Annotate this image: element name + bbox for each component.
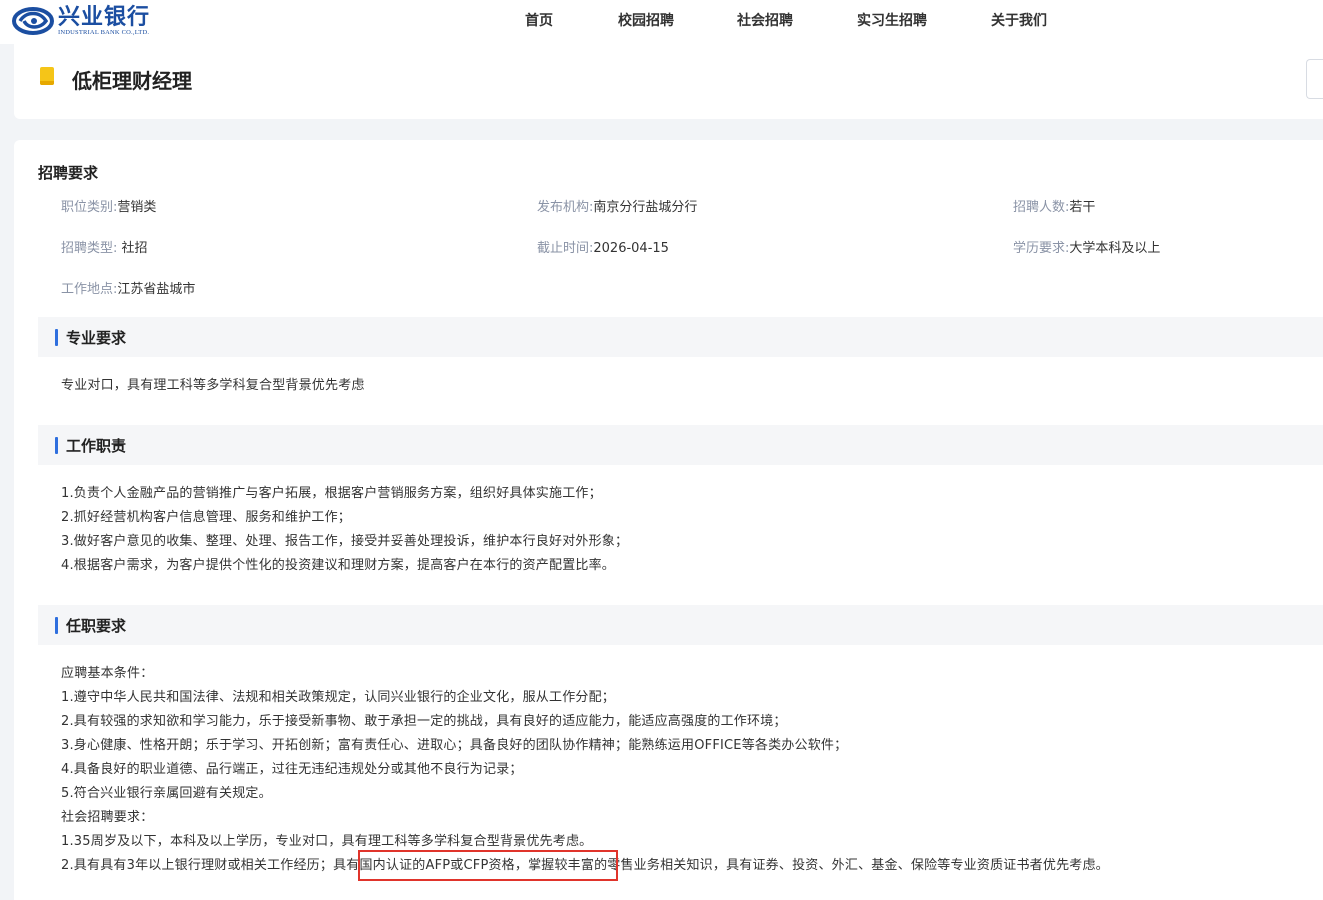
qualification-line: 5.符合兴业银行亲属回避有关规定。 bbox=[61, 786, 272, 801]
major-text: 专业对口，具有理工科等多学科复合型背景优先考虑 bbox=[61, 378, 365, 393]
info-education: 学历要求:大学本科及以上 bbox=[1013, 237, 1160, 256]
section-accent bbox=[55, 329, 58, 346]
section-title: 工作职责 bbox=[66, 437, 127, 455]
qualification-line: 应聘基本条件： bbox=[61, 666, 154, 681]
info-label: 截止时间: bbox=[537, 241, 594, 256]
info-value: 2026-04-15 bbox=[593, 241, 669, 256]
info-location: 工作地点:江苏省盐城市 bbox=[61, 278, 195, 297]
job-title-card: 低柜理财经理 bbox=[14, 44, 1323, 119]
duty-line: 2.抓好经营机构客户信息管理、服务和维护工作； bbox=[61, 510, 352, 525]
nav-social-recruitment[interactable]: 社会招聘 bbox=[737, 10, 793, 30]
qualification-line: 社会招聘要求： bbox=[61, 810, 154, 825]
info-value: 社招 bbox=[117, 241, 148, 256]
info-label: 学历要求: bbox=[1013, 241, 1070, 256]
requirements-heading: 招聘要求 bbox=[38, 164, 99, 182]
info-recruit-type: 招聘类型: 社招 bbox=[61, 237, 148, 256]
qualification-line: 2.具有具有3年以上银行理财或相关工作经历；具有国内认证的AFP或CFP资格，掌… bbox=[61, 858, 1109, 873]
nav-home[interactable]: 首页 bbox=[525, 10, 553, 30]
info-label: 发布机构: bbox=[537, 200, 594, 215]
section-accent bbox=[55, 617, 58, 634]
duty-line: 1.负责个人金融产品的营销推广与客户拓展，根据客户营销服务方案，组织好具体实施工… bbox=[61, 486, 602, 501]
duty-line: 3.做好客户意见的收集、整理、处理、报告工作，接受并妥善处理投诉，维护本行良好对… bbox=[61, 534, 629, 549]
bookmark-icon bbox=[40, 67, 54, 85]
section-major-header: 专业要求 bbox=[38, 317, 1323, 357]
qualification-line: 3.身心健康、性格开朗；乐于学习、开拓创新；富有责任心、进取心；具备良好的团队协… bbox=[61, 738, 848, 753]
qualification-line: 1.遵守中华人民共和国法律、法规和相关政策规定，认同兴业银行的企业文化，服从工作… bbox=[61, 690, 616, 705]
logo-english-name: INDUSTRIAL BANK CO.,LTD. bbox=[58, 28, 150, 36]
info-headcount: 招聘人数:若干 bbox=[1013, 196, 1095, 215]
info-value: 南京分行盐城分行 bbox=[593, 200, 698, 215]
info-value: 大学本科及以上 bbox=[1069, 241, 1161, 256]
job-detail-card: 招聘要求 职位类别:营销类 发布机构:南京分行盐城分行 招聘人数:若干 招聘类型… bbox=[14, 140, 1323, 900]
info-label: 招聘人数: bbox=[1013, 200, 1070, 215]
info-label: 工作地点: bbox=[61, 282, 118, 297]
bank-logo-icon bbox=[12, 7, 54, 35]
info-value: 江苏省盐城市 bbox=[117, 282, 196, 297]
info-publisher: 发布机构:南京分行盐城分行 bbox=[537, 196, 697, 215]
info-value: 若干 bbox=[1069, 200, 1096, 215]
top-navigation: 兴业银行 INDUSTRIAL BANK CO.,LTD. 首页 校园招聘 社会… bbox=[0, 0, 1323, 44]
section-title: 专业要求 bbox=[66, 329, 127, 347]
qualification-line: 1.35周岁及以下，本科及以上学历，专业对口，具有理工科等多学科复合型背景优先考… bbox=[61, 834, 593, 849]
section-accent bbox=[55, 437, 58, 454]
bank-logo[interactable]: 兴业银行 INDUSTRIAL BANK CO.,LTD. bbox=[12, 4, 150, 38]
section-qualifications-header: 任职要求 bbox=[38, 605, 1323, 645]
nav-intern-recruitment[interactable]: 实习生招聘 bbox=[857, 10, 927, 30]
info-value: 营销类 bbox=[117, 200, 157, 215]
nav-about-us[interactable]: 关于我们 bbox=[991, 10, 1047, 30]
nav-campus-recruitment[interactable]: 校园招聘 bbox=[618, 10, 674, 30]
qualification-line: 2.具有较强的求知欲和学习能力，乐于接受新事物、敢于承担一定的挑战，具有良好的适… bbox=[61, 714, 787, 729]
section-title: 任职要求 bbox=[66, 617, 127, 635]
apply-button[interactable] bbox=[1306, 59, 1323, 99]
info-label: 职位类别: bbox=[61, 200, 118, 215]
job-title: 低柜理财经理 bbox=[72, 69, 192, 93]
info-deadline: 截止时间:2026-04-15 bbox=[537, 237, 669, 256]
info-job-category: 职位类别:营销类 bbox=[61, 196, 156, 215]
logo-chinese-name: 兴业银行 bbox=[58, 3, 151, 30]
qualification-line: 4.具备良好的职业道德、品行端正，过往无违纪违规处分或其他不良行为记录； bbox=[61, 762, 523, 777]
duty-line: 4.根据客户需求，为客户提供个性化的投资建议和理财方案，提高客户在本行的资产配置… bbox=[61, 558, 616, 573]
section-duties-header: 工作职责 bbox=[38, 425, 1323, 465]
info-label: 招聘类型: bbox=[61, 241, 118, 256]
